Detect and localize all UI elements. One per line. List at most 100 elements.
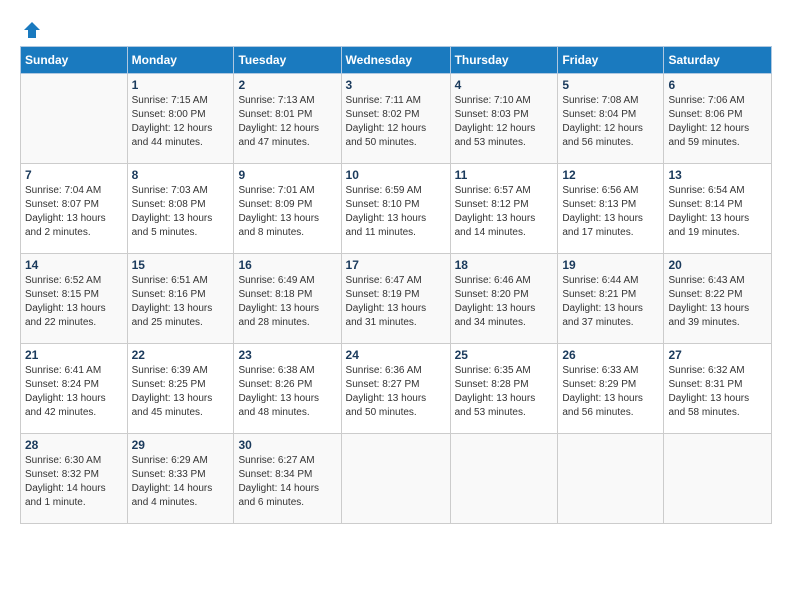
day-info: Sunrise: 7:10 AMSunset: 8:03 PMDaylight:… xyxy=(455,94,554,150)
day-cell: 1 Sunrise: 7:15 AMSunset: 8:00 PMDaylight… xyxy=(127,74,234,164)
week-row: 7 Sunrise: 7:04 AMSunset: 8:07 PMDaylight… xyxy=(21,164,772,254)
logo xyxy=(20,20,42,36)
day-info: Sunrise: 6:43 AMSunset: 8:22 PMDaylight:… xyxy=(668,274,767,330)
day-cell xyxy=(341,434,450,524)
day-number: 9 xyxy=(238,168,336,182)
day-info: Sunrise: 6:27 AMSunset: 8:34 PMDaylight:… xyxy=(238,454,336,510)
day-cell: 9 Sunrise: 7:01 AMSunset: 8:09 PMDaylight… xyxy=(234,164,341,254)
day-cell: 17Sunrise: 6:47 AMSunset: 8:19 PMDayligh… xyxy=(341,254,450,344)
day-info: Sunrise: 7:11 AMSunset: 8:02 PMDaylight:… xyxy=(346,94,446,150)
header-monday: Monday xyxy=(127,47,234,74)
day-cell: 7 Sunrise: 7:04 AMSunset: 8:07 PMDaylight… xyxy=(21,164,128,254)
day-info: Sunrise: 7:06 AMSunset: 8:06 PMDaylight:… xyxy=(668,94,767,150)
day-cell xyxy=(558,434,664,524)
day-number: 8 xyxy=(132,168,230,182)
day-cell: 2 Sunrise: 7:13 AMSunset: 8:01 PMDaylight… xyxy=(234,74,341,164)
day-number: 2 xyxy=(238,78,336,92)
day-info: Sunrise: 7:04 AMSunset: 8:07 PMDaylight:… xyxy=(25,184,123,240)
day-cell: 14 Sunrise: 6:52 AMSunset: 8:15 PMDayligh… xyxy=(21,254,128,344)
day-cell: 24 Sunrise: 6:36 AMSunset: 8:27 PMDayligh… xyxy=(341,344,450,434)
day-info: Sunrise: 6:46 AMSunset: 8:20 PMDaylight:… xyxy=(455,274,554,330)
day-number: 19 xyxy=(562,258,659,272)
day-cell: 12 Sunrise: 6:56 AMSunset: 8:13 PMDayligh… xyxy=(558,164,664,254)
week-row: 14 Sunrise: 6:52 AMSunset: 8:15 PMDayligh… xyxy=(21,254,772,344)
header-tuesday: Tuesday xyxy=(234,47,341,74)
day-cell: 13 Sunrise: 6:54 AMSunset: 8:14 PMDayligh… xyxy=(664,164,772,254)
day-number: 10 xyxy=(346,168,446,182)
day-number: 13 xyxy=(668,168,767,182)
day-info: Sunrise: 6:32 AMSunset: 8:31 PMDaylight:… xyxy=(668,364,767,420)
day-info: Sunrise: 6:44 AMSunset: 8:21 PMDaylight:… xyxy=(562,274,659,330)
day-number: 17 xyxy=(346,258,446,272)
day-number: 23 xyxy=(238,348,336,362)
day-number: 7 xyxy=(25,168,123,182)
page-header xyxy=(20,20,772,36)
day-info: Sunrise: 7:08 AMSunset: 8:04 PMDaylight:… xyxy=(562,94,659,150)
day-cell: 4 Sunrise: 7:10 AMSunset: 8:03 PMDaylight… xyxy=(450,74,558,164)
day-cell: 15Sunrise: 6:51 AMSunset: 8:16 PMDayligh… xyxy=(127,254,234,344)
day-info: Sunrise: 6:36 AMSunset: 8:27 PMDaylight:… xyxy=(346,364,446,420)
day-info: Sunrise: 6:49 AMSunset: 8:18 PMDaylight:… xyxy=(238,274,336,330)
day-number: 21 xyxy=(25,348,123,362)
day-number: 15 xyxy=(132,258,230,272)
calendar-header-row: SundayMondayTuesdayWednesdayThursdayFrid… xyxy=(21,47,772,74)
week-row: 1 Sunrise: 7:15 AMSunset: 8:00 PMDaylight… xyxy=(21,74,772,164)
day-number: 26 xyxy=(562,348,659,362)
day-info: Sunrise: 6:38 AMSunset: 8:26 PMDaylight:… xyxy=(238,364,336,420)
day-cell: 16 Sunrise: 6:49 AMSunset: 8:18 PMDayligh… xyxy=(234,254,341,344)
day-cell xyxy=(21,74,128,164)
day-number: 4 xyxy=(455,78,554,92)
day-number: 28 xyxy=(25,438,123,452)
day-number: 3 xyxy=(346,78,446,92)
header-thursday: Thursday xyxy=(450,47,558,74)
day-cell: 10Sunrise: 6:59 AMSunset: 8:10 PMDayligh… xyxy=(341,164,450,254)
day-cell: 26 Sunrise: 6:33 AMSunset: 8:29 PMDayligh… xyxy=(558,344,664,434)
day-cell: 21 Sunrise: 6:41 AMSunset: 8:24 PMDayligh… xyxy=(21,344,128,434)
day-info: Sunrise: 6:56 AMSunset: 8:13 PMDaylight:… xyxy=(562,184,659,240)
day-cell: 11 Sunrise: 6:57 AMSunset: 8:12 PMDayligh… xyxy=(450,164,558,254)
day-number: 11 xyxy=(455,168,554,182)
day-info: Sunrise: 6:52 AMSunset: 8:15 PMDaylight:… xyxy=(25,274,123,330)
day-number: 27 xyxy=(668,348,767,362)
day-number: 12 xyxy=(562,168,659,182)
logo-icon xyxy=(22,20,42,40)
day-cell: 29 Sunrise: 6:29 AMSunset: 8:33 PMDayligh… xyxy=(127,434,234,524)
day-cell: 3 Sunrise: 7:11 AMSunset: 8:02 PMDaylight… xyxy=(341,74,450,164)
day-info: Sunrise: 6:35 AMSunset: 8:28 PMDaylight:… xyxy=(455,364,554,420)
week-row: 28Sunrise: 6:30 AMSunset: 8:32 PMDayligh… xyxy=(21,434,772,524)
day-info: Sunrise: 6:57 AMSunset: 8:12 PMDaylight:… xyxy=(455,184,554,240)
day-info: Sunrise: 6:29 AMSunset: 8:33 PMDaylight:… xyxy=(132,454,230,510)
day-cell: 5Sunrise: 7:08 AMSunset: 8:04 PMDaylight… xyxy=(558,74,664,164)
day-cell: 19 Sunrise: 6:44 AMSunset: 8:21 PMDayligh… xyxy=(558,254,664,344)
day-number: 1 xyxy=(132,78,230,92)
day-cell xyxy=(664,434,772,524)
day-info: Sunrise: 7:03 AMSunset: 8:08 PMDaylight:… xyxy=(132,184,230,240)
day-number: 14 xyxy=(25,258,123,272)
header-friday: Friday xyxy=(558,47,664,74)
day-cell xyxy=(450,434,558,524)
day-number: 16 xyxy=(238,258,336,272)
day-number: 22 xyxy=(132,348,230,362)
day-number: 30 xyxy=(238,438,336,452)
day-info: Sunrise: 6:41 AMSunset: 8:24 PMDaylight:… xyxy=(25,364,123,420)
day-info: Sunrise: 6:33 AMSunset: 8:29 PMDaylight:… xyxy=(562,364,659,420)
day-number: 18 xyxy=(455,258,554,272)
header-wednesday: Wednesday xyxy=(341,47,450,74)
day-cell: 23 Sunrise: 6:38 AMSunset: 8:26 PMDayligh… xyxy=(234,344,341,434)
day-cell: 8 Sunrise: 7:03 AMSunset: 8:08 PMDaylight… xyxy=(127,164,234,254)
day-info: Sunrise: 7:15 AMSunset: 8:00 PMDaylight:… xyxy=(132,94,230,150)
header-saturday: Saturday xyxy=(664,47,772,74)
day-number: 24 xyxy=(346,348,446,362)
day-number: 29 xyxy=(132,438,230,452)
day-cell: 27 Sunrise: 6:32 AMSunset: 8:31 PMDayligh… xyxy=(664,344,772,434)
day-cell: 20Sunrise: 6:43 AMSunset: 8:22 PMDayligh… xyxy=(664,254,772,344)
day-number: 6 xyxy=(668,78,767,92)
day-info: Sunrise: 7:01 AMSunset: 8:09 PMDaylight:… xyxy=(238,184,336,240)
day-cell: 18 Sunrise: 6:46 AMSunset: 8:20 PMDayligh… xyxy=(450,254,558,344)
day-cell: 28Sunrise: 6:30 AMSunset: 8:32 PMDayligh… xyxy=(21,434,128,524)
day-info: Sunrise: 6:54 AMSunset: 8:14 PMDaylight:… xyxy=(668,184,767,240)
calendar-table: SundayMondayTuesdayWednesdayThursdayFrid… xyxy=(20,46,772,524)
day-number: 25 xyxy=(455,348,554,362)
week-row: 21 Sunrise: 6:41 AMSunset: 8:24 PMDayligh… xyxy=(21,344,772,434)
day-info: Sunrise: 7:13 AMSunset: 8:01 PMDaylight:… xyxy=(238,94,336,150)
